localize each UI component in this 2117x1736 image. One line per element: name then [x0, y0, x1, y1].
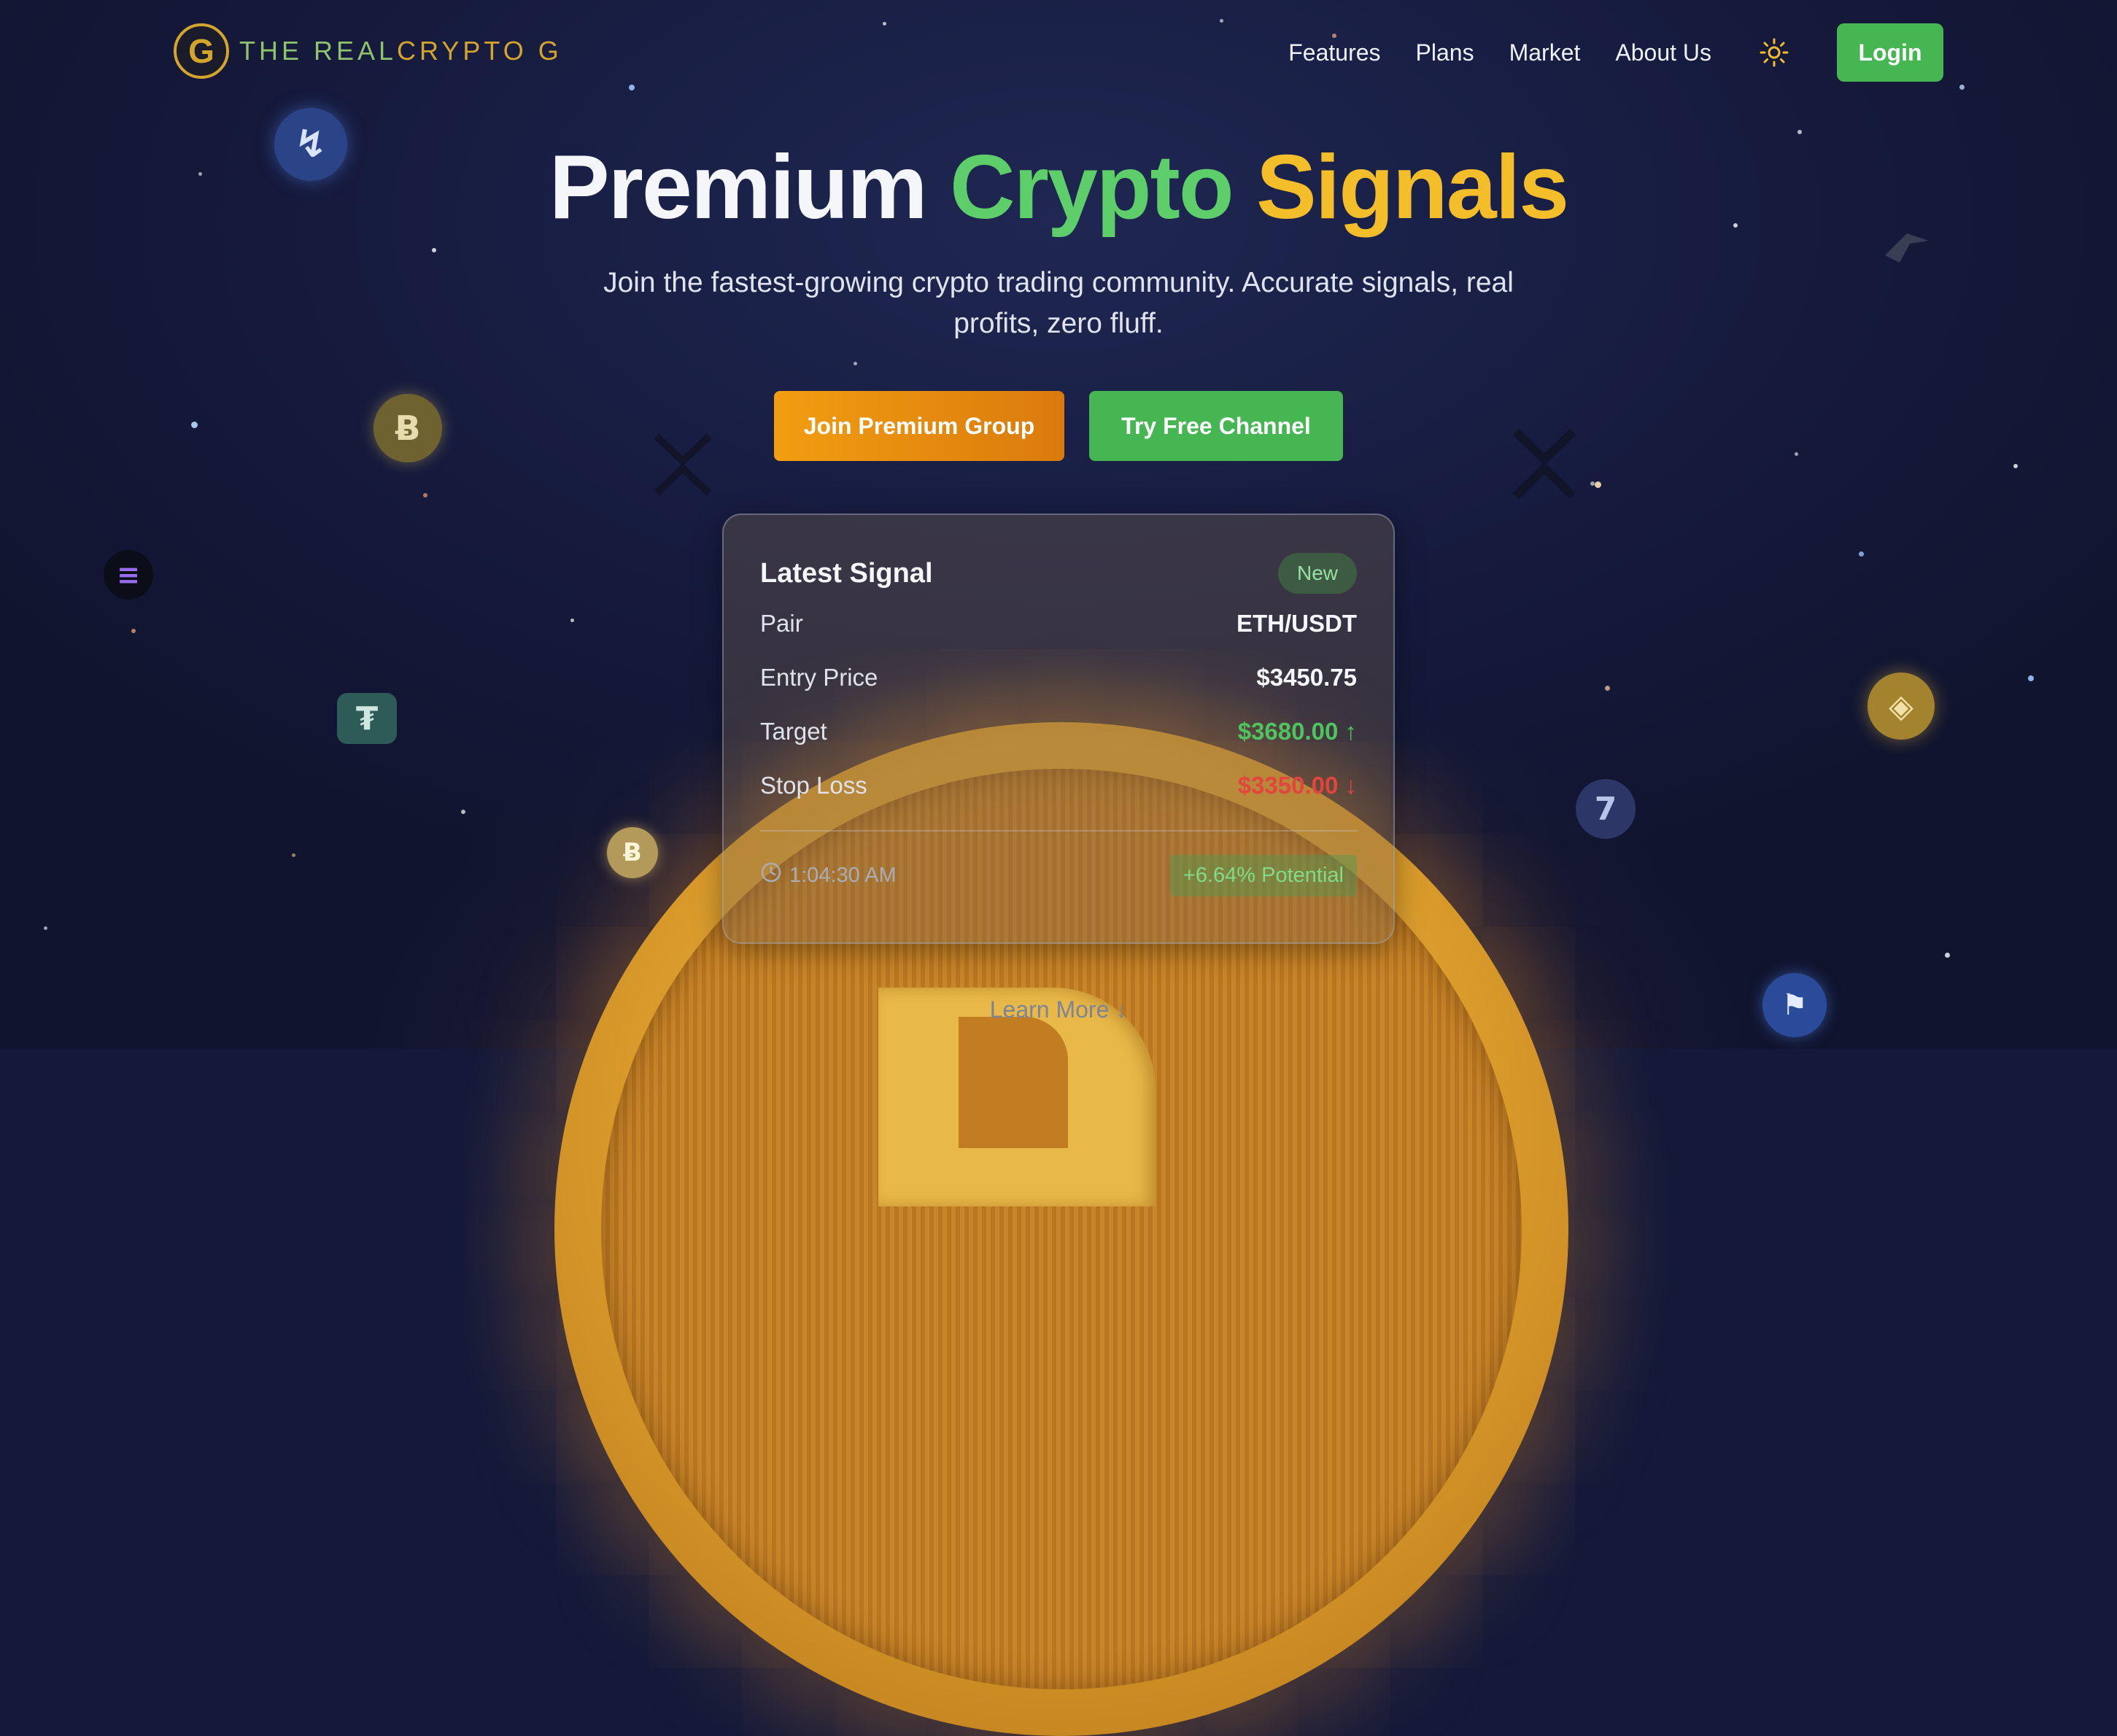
nav-menu: Features Plans Market About Us Login — [1253, 23, 1943, 82]
new-badge: New — [1277, 553, 1357, 594]
signal-row-value: $3680.00 ↑ — [1237, 718, 1357, 745]
nav-link-market[interactable]: Market — [1509, 39, 1581, 66]
hero-title: Premium Crypto Signals — [0, 136, 2117, 239]
brand-name-part2: CRYPTO G — [397, 36, 562, 66]
clock-icon — [760, 861, 789, 889]
signal-row-entry-price: Entry Price $3450.75 — [760, 651, 1357, 705]
top-navigation: G THE REALCRYPTO G Features Plans Market… — [0, 0, 2117, 106]
signal-row-pair: Pair ETH/USDT — [760, 597, 1357, 651]
potential-badge: +6.64% Potential — [1169, 854, 1357, 896]
signal-time-text: 1:04:30 AM — [789, 863, 897, 887]
nav-link-features[interactable]: Features — [1288, 39, 1380, 66]
logo-mark-icon: G — [174, 23, 229, 79]
hero-subtitle: Join the fastest-growing crypto trading … — [603, 267, 1514, 339]
sun-icon[interactable] — [1758, 36, 1790, 69]
hero-title-part1: Premium — [549, 137, 928, 238]
signal-row-label: Target — [760, 718, 827, 745]
tether-coin-icon: ₮ — [337, 693, 397, 744]
hero-title-part2: Crypto — [950, 137, 1234, 238]
signal-row-value: $3350.00 ↓ — [1237, 772, 1357, 799]
login-button[interactable]: Login — [1837, 23, 1943, 82]
hero-title-part3: Signals — [1256, 137, 1569, 238]
brand-name: THE REALCRYPTO G — [239, 36, 562, 66]
nav-link-about-us[interactable]: About Us — [1615, 39, 1711, 66]
floating-coin-icon: 7 — [1576, 779, 1636, 839]
cta-row: Join Premium Group Try Free Channel — [0, 391, 2117, 461]
learn-more-link[interactable]: Learn More ↓ — [0, 996, 2117, 1023]
signal-row-value: ETH/USDT — [1236, 610, 1357, 637]
solana-coin-icon: ≡ — [104, 550, 153, 600]
nav-link-plans[interactable]: Plans — [1416, 39, 1474, 66]
brand-logo[interactable]: G THE REALCRYPTO G — [174, 23, 562, 79]
floating-coin-icon: Ƀ — [607, 827, 658, 878]
try-free-channel-button[interactable]: Try Free Channel — [1089, 391, 1343, 461]
signal-row-target: Target $3680.00 ↑ — [760, 705, 1357, 759]
signal-row-label: Pair — [760, 610, 803, 637]
signal-row-stop-loss: Stop Loss $3350.00 ↓ — [760, 759, 1357, 813]
signal-row-value: $3450.75 — [1256, 664, 1357, 691]
signal-card-title: Latest Signal — [760, 557, 933, 589]
signal-row-label: Stop Loss — [760, 772, 867, 799]
signal-time: 1:04:30 AM — [760, 861, 897, 889]
latest-signal-card: Latest Signal New Pair ETH/USDT Entry Pr… — [722, 514, 1395, 944]
join-premium-group-button[interactable]: Join Premium Group — [774, 391, 1064, 461]
brand-name-part1: THE REAL — [239, 36, 398, 66]
signal-row-label: Entry Price — [760, 664, 878, 691]
binance-coin-icon: ◈ — [1868, 673, 1935, 740]
